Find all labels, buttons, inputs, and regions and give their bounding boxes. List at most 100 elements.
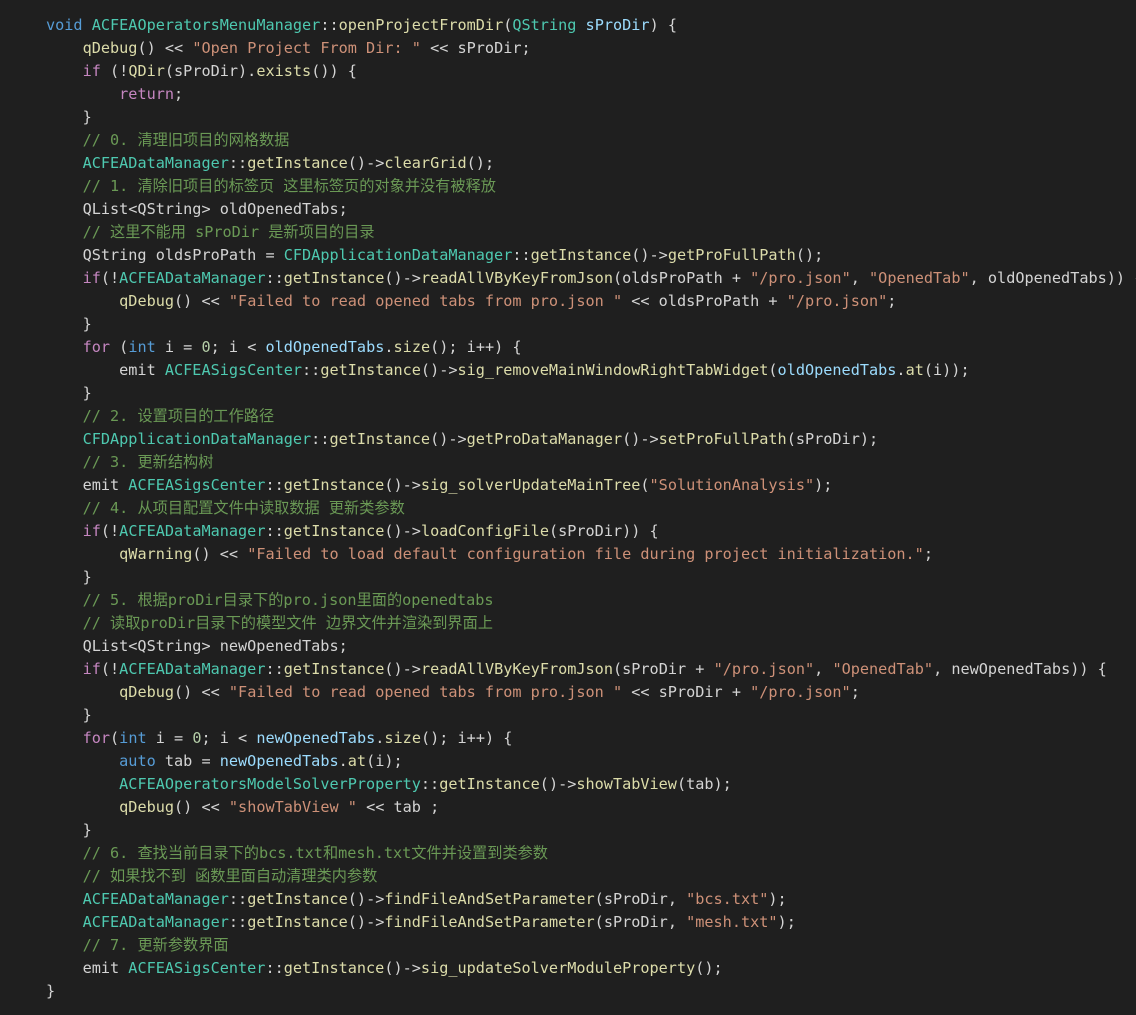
comment-token: // 6. 查找当前目录下的bcs.txt和mesh.txt文件并设置到类参数	[82, 844, 548, 862]
code-editor[interactable]: void ACFEAOperatorsMenuManager::openProj…	[0, 0, 1136, 1015]
code-line[interactable]: // 5. 根据proDir目录下的pro.json里面的openedtabs	[0, 589, 1136, 612]
code-text-token: (!	[100, 62, 129, 80]
code-line[interactable]: if (!QDir(sProDir).exists()) {	[0, 60, 1136, 83]
code-line[interactable]: ACFEAOperatorsModelSolverProperty::getIn…	[0, 773, 1136, 796]
function-name-token: sig_solverUpdateMainTree	[420, 476, 641, 494]
type-name-token: ACFEASigsCenter	[128, 476, 266, 494]
code-line[interactable]: // 如果找不到 函数里面自动清理类内参数	[0, 865, 1136, 888]
control-keyword-token: if	[82, 62, 101, 80]
comment-token: // 读取proDir目录下的模型文件 边界文件并渲染到界面上	[82, 614, 493, 632]
code-text-token: ;	[887, 292, 897, 310]
code-line[interactable]: QList<QString> newOpenedTabs;	[0, 635, 1136, 658]
function-name-token: getInstance	[283, 959, 385, 977]
type-name-token: ACFEADataManager	[119, 522, 266, 540]
code-line[interactable]: if(!ACFEADataManager::getInstance()->loa…	[0, 520, 1136, 543]
code-line[interactable]: // 读取proDir目录下的模型文件 边界文件并渲染到界面上	[0, 612, 1136, 635]
code-text-token: ::	[265, 959, 284, 977]
comment-token: // 5. 根据proDir目录下的pro.json里面的openedtabs	[82, 591, 494, 609]
code-text-token: ();	[466, 154, 495, 172]
code-line[interactable]: }	[0, 704, 1136, 727]
type-name-token: ACFEAOperatorsMenuManager	[91, 16, 321, 34]
code-line[interactable]: // 7. 更新参数界面	[0, 934, 1136, 957]
code-line[interactable]: CFDApplicationDataManager::getInstance()…	[0, 428, 1136, 451]
code-text-token: , newOpenedTabs)) {	[933, 660, 1107, 678]
code-text-token: () <<	[192, 545, 248, 563]
function-name-token: QDir	[128, 62, 165, 80]
code-line[interactable]: QString oldsProPath = CFDApplicationData…	[0, 244, 1136, 267]
code-text-token: << sProDir;	[420, 39, 531, 57]
code-line[interactable]: ACFEADataManager::getInstance()->clearGr…	[0, 152, 1136, 175]
code-line[interactable]: qDebug() << "showTabView " << tab ;	[0, 796, 1136, 819]
code-line[interactable]: qDebug() << "Failed to read opened tabs …	[0, 290, 1136, 313]
code-line[interactable]: qDebug() << "Open Project From Dir: " <<…	[0, 37, 1136, 60]
code-text-token: emit	[46, 361, 165, 379]
code-text-token: (sProDir,	[594, 913, 687, 931]
code-text-token: << oldsProPath +	[622, 292, 787, 310]
code-line[interactable]: // 0. 清理旧项目的网格数据	[0, 129, 1136, 152]
code-text-token: () <<	[174, 798, 229, 816]
type-name-token: CFDApplicationDataManager	[283, 246, 513, 264]
code-line[interactable]: emit ACFEASigsCenter::getInstance()->sig…	[0, 474, 1136, 497]
code-line[interactable]: }	[0, 106, 1136, 129]
code-line[interactable]: return;	[0, 83, 1136, 106]
code-line[interactable]: }	[0, 819, 1136, 842]
string-literal-token: "/pro.json"	[750, 683, 851, 701]
code-line[interactable]: void ACFEAOperatorsMenuManager::openProj…	[0, 14, 1136, 37]
function-name-token: findFileAndSetParameter	[384, 913, 595, 931]
string-literal-token: "/pro.json"	[713, 660, 815, 678]
code-line[interactable]: // 3. 更新结构树	[0, 451, 1136, 474]
code-line[interactable]: emit ACFEASigsCenter::getInstance()->sig…	[0, 359, 1136, 382]
function-name-token: findFileAndSetParameter	[384, 890, 595, 908]
code-line[interactable]: qDebug() << "Failed to read opened tabs …	[0, 681, 1136, 704]
keyword-token: auto	[119, 752, 156, 770]
code-line[interactable]: qWarning() << "Failed to load default co…	[0, 543, 1136, 566]
code-text-token: (!	[100, 269, 120, 287]
code-text-token: (sProDir,	[594, 890, 687, 908]
code-line[interactable]: QList<QString> oldOpenedTabs;	[0, 198, 1136, 221]
code-line[interactable]: if(!ACFEADataManager::getInstance()->rea…	[0, 658, 1136, 681]
code-text-token: () <<	[137, 39, 193, 57]
code-text-token: ()->	[347, 913, 385, 931]
function-name-token: getInstance	[320, 361, 421, 379]
string-literal-token: "OpenedTab"	[869, 269, 970, 287]
variable-token: newOpenedTabs	[256, 729, 376, 747]
code-line[interactable]: // 4. 从项目配置文件中读取数据 更新类参数	[0, 497, 1136, 520]
code-line[interactable]: // 6. 查找当前目录下的bcs.txt和mesh.txt文件并设置到类参数	[0, 842, 1136, 865]
variable-token: oldOpenedTabs	[265, 338, 385, 356]
code-line[interactable]: auto tab = newOpenedTabs.at(i);	[0, 750, 1136, 773]
function-name-token: qDebug	[119, 683, 175, 701]
code-line[interactable]: if(!ACFEADataManager::getInstance()->rea…	[0, 267, 1136, 290]
code-text-token: ,	[850, 269, 870, 287]
string-literal-token: "/pro.json"	[786, 292, 888, 310]
code-line[interactable]: ACFEADataManager::getInstance()->findFil…	[0, 888, 1136, 911]
code-line[interactable]: }	[0, 980, 1136, 1003]
function-name-token: at	[347, 752, 367, 770]
code-line[interactable]: }	[0, 313, 1136, 336]
code-text-token: tab =	[155, 752, 220, 770]
code-line[interactable]: for (int i = 0; i < oldOpenedTabs.size()…	[0, 336, 1136, 359]
function-name-token: getInstance	[283, 476, 385, 494]
code-line[interactable]: // 2. 设置项目的工作路径	[0, 405, 1136, 428]
code-text-token: ()->	[622, 430, 659, 448]
code-line[interactable]: ACFEADataManager::getInstance()->findFil…	[0, 911, 1136, 934]
code-text-token: (sProDir);	[786, 430, 879, 448]
code-text-token: QString oldsProPath =	[46, 246, 284, 264]
code-line[interactable]: }	[0, 382, 1136, 405]
code-line[interactable]: }	[0, 566, 1136, 589]
comment-token: // 1. 清除旧项目的标签页 这里标签页的对象并没有被释放	[82, 177, 496, 195]
code-line[interactable]: emit ACFEASigsCenter::getInstance()->sig…	[0, 957, 1136, 980]
code-line[interactable]: // 这里不能用 sProDir 是新项目的目录	[0, 221, 1136, 244]
code-line[interactable]: for(int i = 0; i < newOpenedTabs.size();…	[0, 727, 1136, 750]
code-text-token: << tab ;	[356, 798, 440, 816]
code-line[interactable]: // 1. 清除旧项目的标签页 这里标签页的对象并没有被释放	[0, 175, 1136, 198]
code-text-token: QList<QString> oldOpenedTabs;	[46, 200, 348, 218]
type-name-token: CFDApplicationDataManager	[82, 430, 312, 448]
code-text-token: .	[896, 361, 906, 379]
